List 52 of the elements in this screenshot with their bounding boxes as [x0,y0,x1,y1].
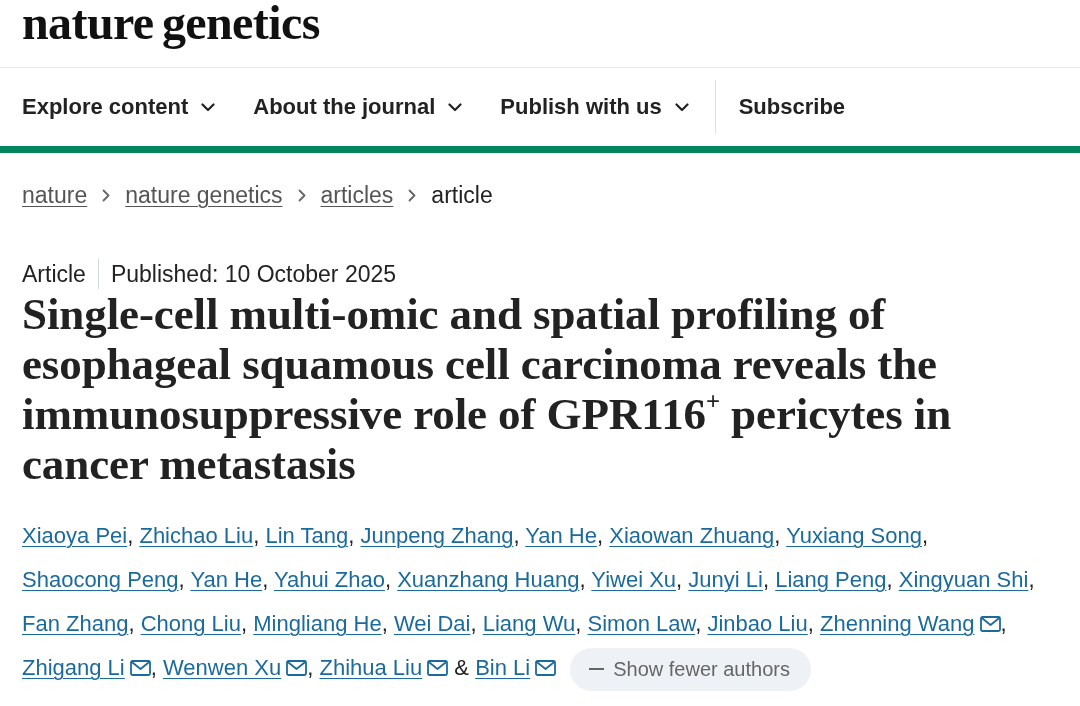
author-link[interactable]: Zhigang Li [22,655,125,680]
author-link[interactable]: Junyi Li [688,567,763,592]
author-link[interactable]: Yan He [190,567,263,592]
nav-menu-button[interactable]: Publish with us [500,93,689,121]
breadcrumb-link[interactable]: articles [320,181,394,209]
author-link[interactable]: Xiaowan Zhuang [609,523,775,548]
author-link[interactable]: Junpeng Zhang [360,523,514,548]
author-link[interactable]: Zhichao Liu [139,523,254,548]
mail-icon[interactable] [427,660,449,676]
mail-icon[interactable] [286,660,308,676]
author-link[interactable]: Xiaoya Pei [22,523,128,548]
mail-icon[interactable] [129,660,151,676]
author-link[interactable]: Mingliang He [253,611,382,636]
author-link[interactable]: Bin Li [475,655,531,680]
author-link[interactable]: Wenwen Xu [163,655,282,680]
author-link[interactable]: Yan He [525,523,597,548]
author-link[interactable]: Xuanzhang Huang [397,567,580,592]
author-link[interactable]: Shaocong Peng [22,567,179,592]
author-link[interactable]: Wei Dai [393,611,471,636]
author-link[interactable]: Yahui Zhao [274,567,385,592]
breadcrumb-current: article [431,181,493,209]
article-type-label: Article [22,260,86,288]
author-link[interactable]: Zhenning Wang [820,611,975,636]
author-link[interactable]: Xingyuan Shi [898,567,1029,592]
author-link[interactable]: Lin Tang [265,523,349,548]
publication-date: Published: 10 October 2025 [110,260,397,288]
chevron-down-icon [201,102,216,112]
author-link[interactable]: Chong Liu [140,611,241,636]
mail-icon[interactable] [979,616,1001,632]
chevron-right-icon [297,188,306,202]
breadcrumb-link[interactable]: nature [22,181,88,209]
author-link[interactable]: Jinbao Liu [707,611,808,636]
author-link[interactable]: Yiwei Xu [591,567,677,592]
mail-icon[interactable] [535,660,557,676]
author-link[interactable]: Liang Wu [482,611,576,636]
nav-menu-button[interactable]: Explore content [22,93,216,121]
author-link[interactable]: Fan Zhang [22,611,129,636]
author-link[interactable]: Liang Peng [775,567,887,592]
show-fewer-authors-button[interactable]: Show fewer authors [570,647,811,691]
breadcrumb-link[interactable]: nature genetics [125,181,283,209]
nav-menu-button[interactable]: About the journal [253,93,463,121]
author-link[interactable]: Simon Law [587,611,696,636]
author-link[interactable]: Yuxiang Song [786,523,922,548]
chevron-down-icon [448,102,463,112]
chevron-down-icon [674,102,689,112]
minus-icon [589,668,605,671]
article-title: Single-cell multi-omic and spatial profiling of esophageal squamous cell carcinoma reveals the immunosuppressive role of GPR116$^{+}$ pericytes in cancer metastasis [21,289,953,489]
author-list: Xiaoya Pei, Zhichao Liu, Lin Tang, Junpeng Zhang, Yan He, Xiaowan Zhuang, Yuxiang Song, Shaocong Peng, Yan He, Yahui Zhao, Xuanzhang Huang, Yiwei Xu, Junyi Li, Liang Peng, Xingyuan Shi, Fan Zhang, Chong Liu, Mingliang He, Wei Dai, Liang Wu, Simon Law, Jinbao Liu, Zhenning Wang , Zhigang Li , Wenwen Xu , Zhihua Liu & Bin Li Show fewer authors [22,514,1062,691]
chevron-right-icon [102,188,111,202]
author-link[interactable]: Zhihua Liu [319,655,423,680]
nav-link[interactable]: Subscribe [738,93,846,121]
chevron-right-icon [408,188,417,202]
